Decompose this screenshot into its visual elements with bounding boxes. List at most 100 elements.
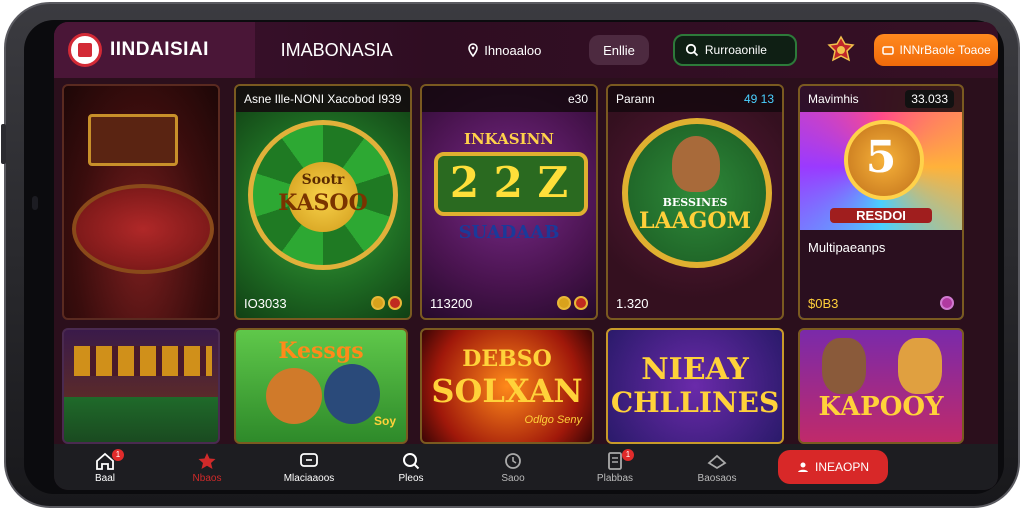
game-card-multipaeanps[interactable]: Mavimhis 33.033 5 RESDOI Multipaeanps $0B… (798, 84, 964, 320)
deposit-cta-button[interactable]: INNrBaole Toaoe (874, 34, 998, 66)
card-caption: Multipaeanps (808, 240, 886, 255)
nav-label: Plabbas (596, 472, 634, 484)
nav-label: Pleos (398, 472, 424, 484)
art-title: KAPOOY (818, 392, 944, 422)
clock-icon (505, 452, 521, 469)
brand-name: IINDAISIAI (110, 39, 209, 60)
fox-art (266, 368, 322, 424)
card-badge: e30 (567, 92, 588, 106)
coin-icons (940, 296, 954, 310)
art-subtitle: SOLXAN (431, 372, 583, 410)
card-header: Mavimhis 33.033 (800, 86, 962, 112)
card-header: Parann 49 13 (608, 86, 782, 112)
search-button[interactable]: Rurroaonile (672, 34, 797, 66)
nav-label: Saoo (501, 472, 525, 484)
character-art (672, 136, 720, 192)
location-pin-icon (468, 43, 479, 57)
card-badge: 49 13 (743, 92, 774, 106)
card-header: e30 (422, 86, 596, 112)
slot-cabinet-art (88, 114, 178, 166)
card-value: IO3033 (244, 295, 287, 311)
art-title: DEBSO (462, 346, 552, 372)
nav-item-promotions[interactable]: Baosaos (666, 451, 768, 484)
game-card-casino-room[interactable] (62, 328, 220, 444)
game-card-kessgs[interactable]: Kessgs Soy (234, 328, 408, 444)
character-right-art (898, 338, 942, 394)
art-subtitle: RESDOI (830, 208, 932, 223)
card-footer: 1.320 (608, 288, 782, 318)
wallet-icon (881, 46, 894, 55)
art-title: Sootr (301, 172, 345, 188)
character-left-art (822, 338, 866, 394)
layers-icon (707, 454, 727, 469)
nav-item-favorites[interactable]: Nbaos (156, 451, 258, 484)
game-card-laagom[interactable]: Parann 49 13 BESSINES LAAGOM 1.320 (606, 84, 784, 320)
card-footer: $0B3 (800, 288, 962, 318)
art-title: INKASINN (463, 130, 555, 148)
location-label: Ihnoaaloo (484, 42, 542, 58)
game-card-suadaab[interactable]: e30 INKASINN 2 2 Z SUADAAB 113200 (420, 84, 598, 320)
art-subtitle: LAAGOM (639, 208, 751, 234)
search-icon (685, 43, 699, 57)
game-card-solxan[interactable]: DEBSO SOLXAN Odlgo Seny (420, 328, 594, 444)
card-footer: IO3033 (236, 288, 410, 318)
nav-label: Mlaciaaoos (283, 472, 335, 484)
game-card-kapooy[interactable]: KAPOOY (798, 328, 964, 444)
search-label: Rurroaonile (704, 43, 767, 57)
nav-item-search[interactable]: Pleos (360, 451, 462, 484)
nav-join-button[interactable]: INEAOPN (778, 450, 888, 484)
art-title: 5 (865, 132, 897, 183)
brand-area[interactable]: IINDAISIAI (54, 22, 255, 78)
nav-label: Baosaos (697, 472, 737, 484)
card-title: Mavimhis (808, 92, 859, 106)
chat-icon (300, 452, 318, 467)
brand-logo (68, 33, 102, 67)
bottom-nav: 1 Baal Nbaos Mlaciaaoos Pleos Saoo 1 Pla… (54, 444, 998, 490)
nav-item-home[interactable]: 1 Baal (54, 448, 156, 484)
art-subtitle: CHLLINES (610, 386, 780, 419)
art-subtitle: 2 2 Z (449, 158, 569, 207)
art-subtitle: KASOO (278, 190, 368, 216)
card-value: $0B3 (808, 295, 839, 311)
card-title: Parann (616, 92, 655, 106)
cta-label: INNrBaole Toaoe (899, 43, 991, 57)
user-icon (797, 462, 808, 472)
game-card-kasoo[interactable]: Asne Ille-NONI Xacobod I939 Sootr KASOO … (234, 84, 412, 320)
art-subtitle-2: SUADAAB (458, 222, 560, 243)
coin-icons (371, 296, 402, 310)
nav-cta-label: INEAOPN (814, 460, 869, 474)
card-header: Asne Ille-NONI Xacobod I939 (236, 86, 410, 112)
card-badge: 33.033 (905, 90, 954, 108)
coin-icons (557, 296, 588, 310)
art-subtitle: Soy (373, 414, 396, 428)
game-card-table[interactable] (62, 84, 220, 320)
card-value: 1.320 (616, 295, 649, 311)
top-bar: IINDAISIAI IMABONASIA Ihnoaaloo Enllie R… (54, 22, 998, 78)
card-footer: 113200 (422, 288, 596, 318)
card-value: 113200 (430, 295, 473, 311)
card-title: Asne Ille-NONI Xacobod I939 (244, 92, 402, 106)
star-icon (198, 452, 216, 469)
roulette-table-art (72, 184, 214, 274)
slot-row-art (74, 346, 212, 376)
game-grid: Asne Ille-NONI Xacobod I939 Sootr KASOO … (54, 78, 998, 444)
front-camera (32, 196, 38, 210)
art-title: Kessgs (278, 338, 364, 364)
art-title: NIEAY (641, 352, 749, 387)
nav-label: Baal (94, 472, 115, 484)
nav-item-messages[interactable]: Mlaciaaoos (258, 451, 360, 484)
site-name: IMABONASIA (280, 39, 393, 60)
login-button[interactable]: Enllie (589, 35, 649, 65)
nav-item-documents[interactable]: 1 Plabbas (564, 448, 666, 484)
location-selector[interactable]: Ihnoaaloo (467, 43, 585, 58)
vip-badge-icon[interactable] (823, 32, 858, 68)
volume-button (1, 124, 6, 164)
game-card-chllines[interactable]: NIEAY CHLLINES (606, 328, 784, 444)
notification-badge: 1 (112, 448, 124, 461)
nav-item-history[interactable]: Saoo (462, 451, 564, 484)
bear-art (324, 364, 380, 424)
search-icon (403, 452, 420, 469)
app-screen: IINDAISIAI IMABONASIA Ihnoaaloo Enllie R… (54, 22, 998, 490)
nav-label: Nbaos (192, 472, 222, 484)
notification-badge: 1 (622, 448, 634, 461)
